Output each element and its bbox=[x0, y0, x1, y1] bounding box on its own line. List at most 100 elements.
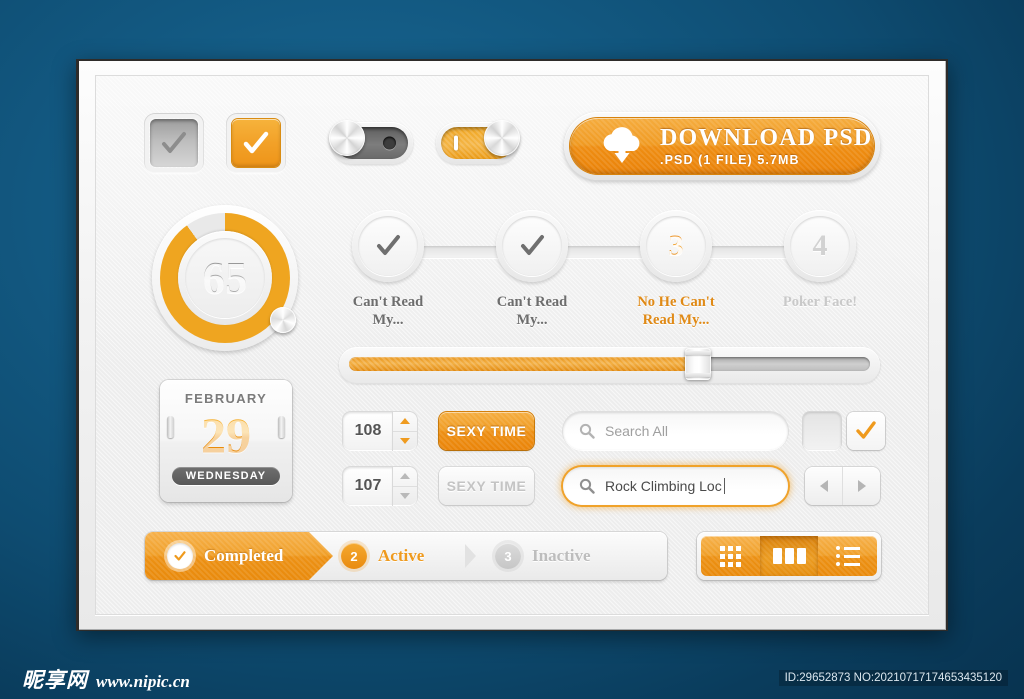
slider-handle[interactable] bbox=[685, 348, 712, 380]
step-indicator: 3 4 Can't Read My... Can't Read My... No… bbox=[350, 208, 880, 328]
search-input-all[interactable]: Search All bbox=[563, 412, 788, 450]
view-columns-button[interactable] bbox=[759, 536, 819, 576]
dial-handle[interactable] bbox=[270, 307, 296, 333]
toggle-switch-on[interactable] bbox=[436, 120, 520, 164]
slider-fill bbox=[349, 357, 699, 371]
dial-value: 65 bbox=[202, 253, 248, 303]
chevron-up-icon bbox=[400, 473, 410, 480]
view-grid-button[interactable] bbox=[701, 536, 760, 576]
step-label-3-line1: No He Can't bbox=[637, 294, 715, 310]
power-off-icon bbox=[383, 136, 396, 150]
search-icon bbox=[579, 478, 595, 494]
step-label-3-line2: Read My... bbox=[642, 311, 710, 328]
view-toggle-group bbox=[697, 532, 881, 580]
stepper-107-increment[interactable] bbox=[393, 467, 417, 487]
download-psd-subtitle: .PSD (1 FILE) 5.7MB bbox=[660, 153, 800, 167]
stepper-108-decrement[interactable] bbox=[393, 432, 417, 451]
toggle-switch-off[interactable] bbox=[329, 120, 413, 164]
check-icon bbox=[174, 551, 186, 561]
calendar-ring-left bbox=[167, 416, 174, 438]
step-circle-2[interactable] bbox=[496, 210, 568, 282]
search-icon bbox=[579, 423, 595, 439]
search-input-location-value: Rock Climbing Loc bbox=[605, 478, 722, 494]
step-label-4: Poker Face! bbox=[750, 294, 890, 312]
download-psd-button-face: DOWNLOAD PSD .PSD (1 FILE) 5.7MB bbox=[570, 118, 874, 174]
stepper-108-buttons bbox=[393, 412, 417, 450]
grid-view-icon bbox=[719, 545, 741, 567]
breadcrumb-badge-2: 2 bbox=[341, 543, 367, 569]
progress-dial[interactable]: 65 bbox=[152, 205, 298, 351]
step-label-2-line1: Can't Read bbox=[496, 294, 568, 310]
checkbox-orange[interactable] bbox=[227, 114, 285, 172]
chevron-right-icon bbox=[465, 544, 476, 568]
checkbox-orange-inner bbox=[232, 119, 280, 167]
breadcrumb: Completed 2 Active 3 Inactive bbox=[145, 532, 667, 580]
progress-slider[interactable] bbox=[339, 347, 880, 383]
step-circle-3[interactable]: 3 bbox=[640, 210, 712, 282]
checkbox-gray[interactable] bbox=[145, 114, 203, 172]
breadcrumb-item-inactive[interactable]: 3 Inactive bbox=[495, 532, 591, 580]
stepper-108[interactable]: 108 bbox=[343, 412, 417, 450]
check-icon bbox=[162, 132, 186, 153]
step-label-1: Can't Read My... bbox=[318, 294, 458, 329]
breadcrumb-label-inactive: Inactive bbox=[532, 546, 591, 565]
calendar-month: FEBRUARY bbox=[184, 391, 268, 406]
stepper-107[interactable]: 107 bbox=[343, 467, 417, 505]
breadcrumb-label-completed: Completed bbox=[204, 546, 284, 565]
download-psd-button[interactable]: DOWNLOAD PSD .PSD (1 FILE) 5.7MB bbox=[564, 112, 880, 180]
breadcrumb-label-active: Active bbox=[378, 546, 425, 565]
chevron-down-icon bbox=[400, 492, 410, 499]
slider-track[interactable] bbox=[349, 348, 870, 380]
sexy-time-button-active[interactable]: SEXY TIME bbox=[439, 412, 534, 450]
sexy-time-button-disabled[interactable]: SEXY TIME bbox=[439, 467, 534, 505]
image-id-text: ID:29652873 NO:20210717174653435120 bbox=[778, 670, 1008, 686]
pager-controls[interactable] bbox=[805, 467, 880, 505]
breadcrumb-badge-3: 3 bbox=[495, 543, 521, 569]
cloud-download-icon bbox=[603, 127, 640, 163]
step-circle-1[interactable] bbox=[352, 210, 424, 282]
breadcrumb-item-completed[interactable]: Completed bbox=[167, 532, 283, 580]
site-logo-cn: 昵享网 bbox=[22, 668, 88, 692]
site-logo-url: www.nipic.cn bbox=[96, 672, 190, 691]
step-label-2: Can't Read My... bbox=[462, 294, 602, 329]
pager-next-button[interactable] bbox=[843, 467, 880, 505]
pager-prev-button[interactable] bbox=[805, 467, 843, 505]
toggle-knob[interactable] bbox=[484, 120, 520, 156]
view-list-button[interactable] bbox=[818, 536, 878, 576]
step-number-4: 4 bbox=[812, 229, 828, 262]
toggle-knob[interactable] bbox=[329, 120, 365, 156]
check-icon bbox=[521, 235, 544, 255]
calendar-widget: FEBRUARY 29 WEDNESDAY bbox=[160, 380, 292, 502]
check-icon bbox=[243, 131, 269, 154]
checkbox-unchecked[interactable] bbox=[803, 412, 841, 450]
chevron-up-icon bbox=[400, 418, 410, 425]
download-psd-title: DOWNLOAD PSD bbox=[660, 125, 873, 151]
step-circle-2-inner bbox=[502, 216, 562, 276]
check-icon bbox=[856, 421, 876, 439]
step-connector bbox=[700, 246, 796, 258]
column-view-icon bbox=[772, 548, 806, 564]
chevron-down-icon bbox=[400, 437, 410, 444]
stepper-108-value[interactable]: 108 bbox=[343, 412, 393, 450]
checkbox-checked[interactable] bbox=[847, 412, 885, 450]
stepper-107-decrement[interactable] bbox=[393, 487, 417, 506]
dial-face: 65 bbox=[185, 238, 265, 318]
check-icon bbox=[377, 235, 400, 255]
step-label-1-line2: My... bbox=[372, 311, 404, 328]
search-input-location[interactable]: Rock Climbing Loc bbox=[563, 467, 788, 505]
stepper-107-value[interactable]: 107 bbox=[343, 467, 393, 505]
prev-arrow-icon bbox=[819, 480, 828, 492]
checkbox-gray-inner bbox=[150, 119, 198, 167]
power-on-icon bbox=[454, 135, 458, 151]
stepper-107-buttons bbox=[393, 467, 417, 505]
step-label-2-line2: My... bbox=[516, 311, 548, 328]
site-logo: 昵享网 www.nipic.cn bbox=[22, 664, 190, 694]
step-circle-4[interactable]: 4 bbox=[784, 210, 856, 282]
search-input-all-placeholder: Search All bbox=[605, 423, 669, 439]
step-label-3: No He Can't Read My... bbox=[606, 294, 746, 329]
breadcrumb-badge-check bbox=[167, 543, 193, 569]
breadcrumb-item-active[interactable]: 2 Active bbox=[341, 532, 424, 580]
stepper-108-increment[interactable] bbox=[393, 412, 417, 432]
step-circle-4-inner: 4 bbox=[790, 216, 850, 276]
step-circle-1-inner bbox=[358, 216, 418, 276]
